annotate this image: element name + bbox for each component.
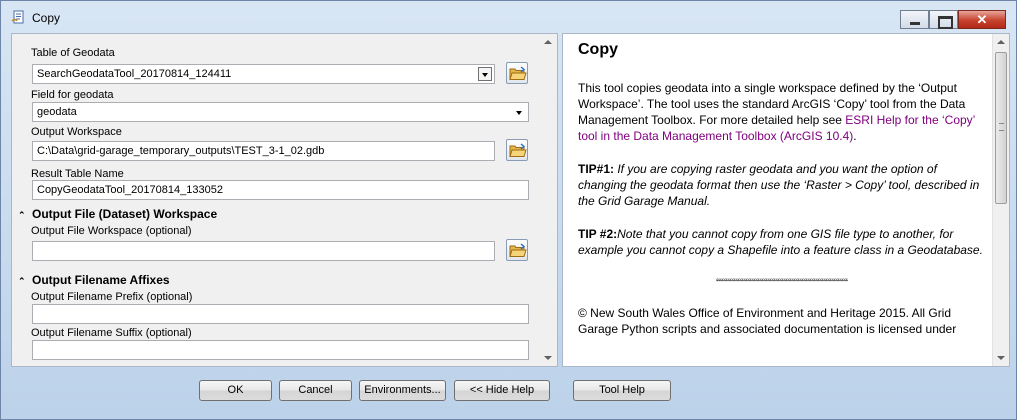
collapse-chevron-icon[interactable]: ⌃ [18,276,28,287]
chevron-down-icon[interactable] [478,67,492,81]
output-workspace-input[interactable]: C:\Data\grid-garage_temporary_outputs\TE… [32,141,495,161]
field-for-geodata-label: Field for geodata [31,89,114,101]
ok-button[interactable]: OK [199,380,272,401]
tip2-label: TIP #2: [578,227,618,241]
scroll-thumb[interactable] [995,52,1007,204]
filename-suffix-input[interactable] [32,340,529,360]
output-file-workspace-input[interactable] [32,241,495,261]
scroll-down-icon[interactable] [544,356,552,360]
filename-prefix-label: Output Filename Prefix (optional) [31,291,193,303]
window-controls [900,10,1006,29]
browse-output-workspace-button[interactable] [506,139,528,161]
help-pane: Copy This tool copies geodata into a sin… [562,33,1010,367]
browse-table-button[interactable] [506,62,528,84]
result-table-name-label: Result Table Name [31,168,124,180]
open-folder-icon [509,143,527,157]
help-content: Copy This tool copies geodata into a sin… [578,34,986,354]
title-bar[interactable]: Copy [1,1,1016,31]
parameters-pane: Table of Geodata SearchGeodataTool_20170… [11,33,558,367]
help-scrollbar[interactable] [992,34,1009,366]
scroll-down-icon[interactable] [997,356,1005,360]
section-output-file-title: Output File (Dataset) Workspace [32,207,218,221]
filename-prefix-input[interactable] [32,304,529,324]
cancel-button[interactable]: Cancel [279,380,352,401]
tip1-text: If you are copying raster geodata and yo… [578,162,980,208]
output-file-workspace-label: Output File Workspace (optional) [31,225,192,237]
help-title: Copy [578,41,618,58]
output-workspace-label: Output Workspace [31,126,122,138]
table-of-geodata-value: SearchGeodataTool_20170814_124411 [37,68,232,80]
tip2-paragraph: TIP #2:Note that you cannot copy from on… [578,226,986,258]
maximize-button[interactable] [929,10,958,29]
copyright-text: © New South Wales Office of Environment … [578,306,957,336]
tip2-text: Note that you cannot copy from one GIS f… [578,227,983,257]
result-table-name-value: CopyGeodataTool_20170814_133052 [37,184,223,196]
dialog-window: Copy Table of Geodata SearchGeodataTool_… [0,0,1017,420]
result-table-name-input[interactable]: CopyGeodataTool_20170814_133052 [32,180,529,200]
output-workspace-value: C:\Data\grid-garage_temporary_outputs\TE… [37,145,325,157]
minimize-button[interactable] [900,10,929,29]
collapse-chevron-icon[interactable]: ⌃ [18,210,28,221]
scroll-up-icon[interactable] [544,40,552,44]
open-folder-icon [509,243,527,257]
help-description: This tool copies geodata into a single w… [578,80,986,144]
environments-button[interactable]: Environments... [359,380,446,401]
section-output-file-workspace[interactable]: ⌃ Output File (Dataset) Workspace [18,207,217,221]
browse-output-file-workspace-button[interactable] [506,239,528,261]
section-affixes-title: Output Filename Affixes [32,273,170,287]
button-bar: OK Cancel Environments... << Hide Help T… [1,371,1016,417]
field-for-geodata-select[interactable]: geodata [32,102,529,122]
section-output-filename-affixes[interactable]: ⌃ Output Filename Affixes [18,273,170,287]
help-description-end: . [853,129,857,143]
chevron-down-icon[interactable] [516,111,522,115]
tool-help-button[interactable]: Tool Help [573,380,671,401]
open-folder-icon [509,66,527,80]
script-tool-icon [11,10,24,24]
table-of-geodata-combobox[interactable]: SearchGeodataTool_20170814_124411 [32,64,495,84]
filename-suffix-label: Output Filename Suffix (optional) [31,327,192,339]
close-button[interactable] [958,10,1006,29]
help-divider: “““““““““““““““““““““““““““““““““ [716,276,848,290]
tip1-paragraph: TIP#1: If you are copying raster geodata… [578,161,986,209]
scroll-up-icon[interactable] [997,40,1005,44]
hide-help-button[interactable]: << Hide Help [454,380,550,401]
field-for-geodata-value: geodata [37,106,77,118]
parameters-scrollbar[interactable] [540,34,557,366]
tip1-label: TIP#1: [578,162,615,176]
table-of-geodata-label: Table of Geodata [31,47,115,59]
window-title: Copy [32,11,61,25]
